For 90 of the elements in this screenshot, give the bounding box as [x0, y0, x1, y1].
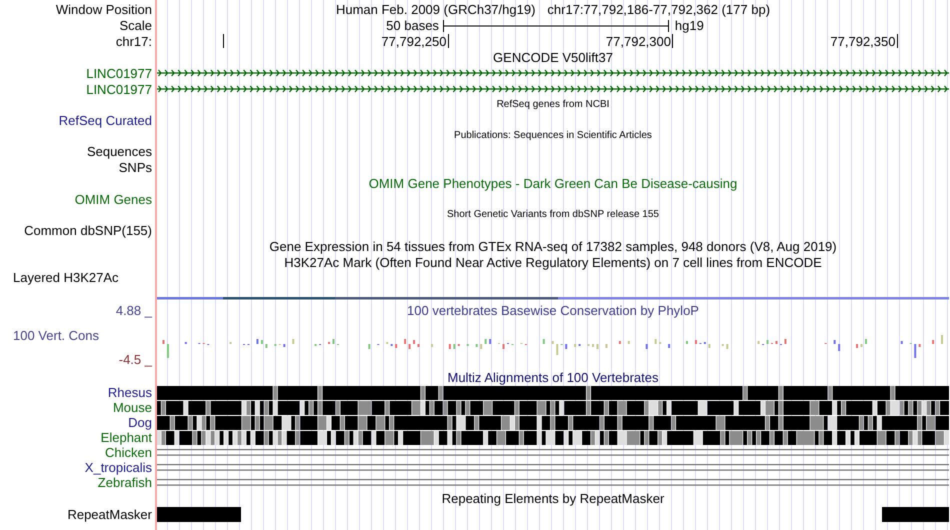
- axis-min-label: -4.5 _: [118, 352, 152, 367]
- conservation-bar: [694, 340, 697, 344]
- track-label[interactable]: Mouse: [112, 400, 152, 415]
- scale-length: 50 bases: [386, 18, 439, 33]
- track-label[interactable]: Rhesus: [108, 385, 152, 400]
- conservation-bar: [413, 340, 416, 344]
- conservation-bar: [166, 344, 169, 358]
- conservation-bar: [484, 339, 487, 344]
- track-label: Window Position: [56, 2, 152, 16]
- track-label: chr17:: [116, 34, 152, 48]
- conservation-bar: [914, 344, 916, 358]
- track-title: Gene Expression in 54 tissues from GTEx RNA-seq of 17382 samples, 948 donors (V8, Aug 2019): [269, 238, 837, 254]
- conservation-bar: [404, 339, 406, 344]
- ruler-label: 77,792,300: [606, 34, 671, 49]
- conservation-bar: [900, 341, 903, 344]
- track-label[interactable]: LINC01977: [86, 66, 152, 80]
- track-label[interactable]: LINC01977: [86, 82, 152, 96]
- database-name: hg19: [674, 18, 704, 33]
- track-label[interactable]: OMIM Genes: [74, 192, 152, 206]
- conservation-bar: [784, 339, 786, 344]
- conservation-bar: [668, 344, 670, 348]
- track-label[interactable]: Elephant: [100, 430, 152, 445]
- conservation-bar: [834, 340, 836, 344]
- track-title: Publications: Sequences in Scientific Articles: [454, 129, 652, 143]
- conservation-bar: [766, 340, 769, 344]
- ruler-label: 77,792,250: [381, 34, 446, 49]
- conservation-bar: [283, 344, 286, 347]
- conservation-bar: [565, 344, 568, 349]
- conservation-bar: [395, 344, 398, 348]
- track-title: GENCODE V50lift37: [493, 50, 613, 64]
- conservation-bar: [489, 339, 492, 344]
- track-label[interactable]: Zebrafish: [98, 475, 152, 490]
- track-title: Short Genetic Variants from dbSNP release 155: [447, 208, 659, 222]
- conservation-bar: [574, 344, 576, 347]
- conservation-bar: [542, 339, 545, 344]
- conservation-bar: [552, 341, 554, 344]
- conservation-bar: [941, 335, 944, 344]
- conservation-bar: [918, 344, 921, 347]
- track-title: 100 vertebrates Basewise Conservation by PhyloP: [407, 303, 699, 318]
- track-label[interactable]: Chicken: [105, 445, 152, 460]
- conservation-bar: [502, 344, 505, 349]
- conservation-bar: [368, 344, 370, 349]
- conservation-bar: [605, 344, 608, 348]
- conservation-bar: [654, 339, 657, 344]
- track-title: OMIM Gene Phenotypes - Dark Green Can Be Disease-causing: [368, 176, 738, 190]
- position-title: chr17:77,792,186-77,792,362 (177 bp): [547, 2, 770, 16]
- track-label[interactable]: Common dbSNP(155): [24, 222, 152, 238]
- conservation-bar: [838, 344, 840, 351]
- ruler-tick: [223, 34, 224, 48]
- conservation-bar: [646, 344, 648, 349]
- conservation-bar: [592, 344, 594, 347]
- conservation-bar: [864, 339, 867, 344]
- track-title: Multiz Alignments of 100 Vertebrates: [447, 370, 658, 384]
- conservation-bar: [628, 341, 630, 344]
- track-title: H3K27Ac Mark (Often Found Near Active Regulatory Elements) on 7 cell lines from ENCODE: [284, 254, 822, 270]
- track-label[interactable]: 100 Vert. Cons: [13, 328, 99, 342]
- assembly-title: Human Feb. 2009 (GRCh37/hg19): [336, 2, 536, 16]
- conservation-bar: [480, 344, 482, 349]
- track-title: Repeating Elements by RepeatMasker: [442, 490, 664, 506]
- track-label: Scale: [119, 18, 152, 33]
- conservation-bar: [408, 344, 411, 349]
- conservation-bar: [265, 344, 268, 348]
- track-label[interactable]: RepeatMasker: [67, 507, 152, 522]
- conservation-bar: [726, 344, 728, 349]
- conservation-bar: [618, 341, 621, 344]
- conservation-bar: [476, 344, 478, 347]
- conservation-bar: [758, 341, 760, 344]
- conservation-bar: [453, 344, 456, 349]
- conservation-bar: [430, 344, 433, 347]
- conservation-bar: [556, 344, 558, 355]
- conservation-bar: [256, 339, 258, 344]
- ruler-label: 77,792,350: [830, 34, 896, 49]
- ruler-tick: [672, 34, 673, 48]
- track-label[interactable]: SNPs: [118, 160, 152, 174]
- conservation-bar: [292, 339, 294, 344]
- conservation-bar: [162, 340, 164, 344]
- track-label[interactable]: Layered H3K27Ac: [13, 270, 119, 285]
- conservation-bar: [418, 344, 420, 347]
- track-label[interactable]: X_tropicalis: [84, 460, 152, 475]
- track-label[interactable]: Dog: [128, 415, 152, 430]
- track-label[interactable]: RefSeq Curated: [58, 112, 152, 128]
- conservation-bar: [448, 344, 451, 349]
- track-title: RefSeq genes from NCBI: [496, 98, 610, 112]
- conservation-bar: [856, 344, 858, 348]
- conservation-bar: [260, 340, 263, 344]
- conservation-bar: [708, 344, 710, 348]
- track-label[interactable]: Sequences: [86, 144, 152, 158]
- ruler-tick: [896, 34, 898, 48]
- axis-max-label: 4.88 _: [116, 303, 152, 318]
- conservation-bar: [932, 340, 934, 344]
